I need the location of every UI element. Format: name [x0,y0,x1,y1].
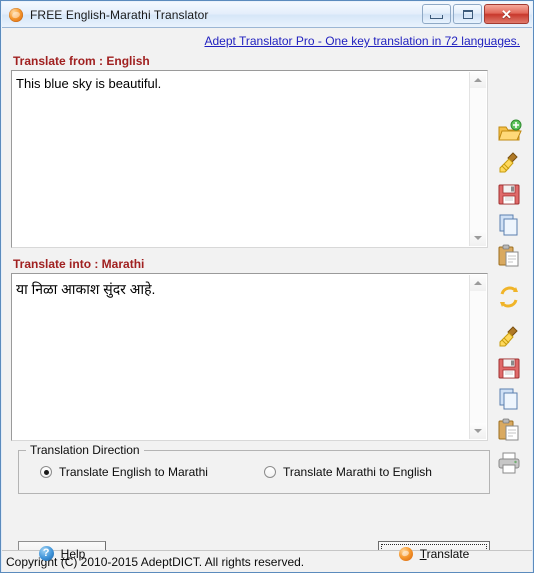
radio-english-to-marathi[interactable]: Translate English to Marathi [40,465,208,479]
scroll-down-icon[interactable] [470,423,486,439]
target-text-panel[interactable]: या निळा आकाश सुंदर आहे. [11,273,488,441]
print-icon[interactable] [496,450,522,476]
radio-label-marathi-to-english: Translate Marathi to English [283,465,432,479]
save-icon[interactable] [496,181,522,207]
scroll-down-icon[interactable] [470,230,486,246]
copy-icon[interactable] [496,212,522,238]
paste-icon[interactable] [496,243,522,269]
close-icon: ✕ [501,6,512,22]
save-icon-2[interactable] [496,355,522,381]
help-question-icon: ? [38,546,54,561]
scroll-up-icon[interactable] [470,72,486,88]
open-file-icon[interactable] [496,119,522,145]
source-label: Translate from : English [13,54,150,68]
window-controls: ✕ [422,4,529,24]
globe-icon [8,7,24,23]
translation-direction-legend: Translation Direction [26,443,144,457]
maximize-button[interactable] [453,4,482,24]
target-textarea[interactable]: या निळा आकाश सुंदर आहे. [16,278,469,436]
maximize-icon [462,9,473,19]
help-button-label: Help [60,546,86,561]
target-label: Translate into : Marathi [13,257,145,271]
paste-icon-2[interactable] [496,417,522,443]
radio-label-english-to-marathi: Translate English to Marathi [59,465,208,479]
minimize-icon [430,14,443,19]
client-area: Adept Translator Pro - One key translati… [2,28,532,572]
globe-icon [398,546,413,561]
source-scrollbar[interactable] [469,72,486,246]
source-text-panel[interactable]: This blue sky is beautiful. [11,70,488,248]
target-scrollbar[interactable] [469,275,486,439]
swap-refresh-icon[interactable] [496,284,522,310]
radio-indicator-unselected [264,466,276,478]
source-textarea[interactable]: This blue sky is beautiful. [16,75,469,243]
scroll-up-icon[interactable] [470,275,486,291]
scroll-track[interactable] [470,291,486,423]
radio-marathi-to-english[interactable]: Translate Marathi to English [264,465,432,479]
application-window: FREE English-Marathi Translator ✕ Adept … [0,0,534,573]
clear-broom-icon[interactable] [496,150,522,176]
side-toolbar [494,68,530,474]
minimize-button[interactable] [422,4,451,24]
radio-indicator-selected [40,466,52,478]
window-title: FREE English-Marathi Translator [30,7,209,22]
translate-button-label: Translate [419,546,470,561]
promo-link[interactable]: Adept Translator Pro - One key translati… [204,34,520,48]
clear-broom-icon-2[interactable] [496,324,522,350]
scroll-track[interactable] [470,88,486,230]
copy-icon-2[interactable] [496,386,522,412]
close-button[interactable]: ✕ [484,4,529,24]
title-bar: FREE English-Marathi Translator ✕ [2,2,532,28]
